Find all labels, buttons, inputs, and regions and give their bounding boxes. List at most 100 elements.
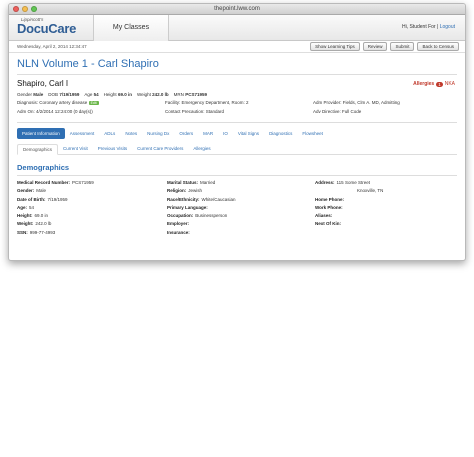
section-title: Demographics	[17, 163, 70, 172]
subtab-demographics[interactable]: Demographics	[17, 144, 59, 155]
subtab-previous-visits[interactable]: Previous Visits	[93, 144, 132, 155]
field-value: Businessperson	[195, 213, 228, 219]
field-label: Address:	[315, 180, 335, 185]
field-row: Height: 69.0 in	[17, 213, 157, 221]
page-title: NLN Volume 1 - Carl Shapiro	[17, 58, 159, 70]
patient-banner: Shapiro, Carl I Allergies 1 NKA	[17, 77, 457, 91]
divider	[17, 175, 457, 176]
field-row: Religion: Jewish	[167, 188, 307, 196]
field-label: Race/Ethnicity:	[167, 196, 200, 202]
field-row: Occupation: Businessperson	[167, 213, 307, 221]
age-value: 54	[93, 92, 99, 97]
main-nav-tabs: Patient Information Assessment ADLs Note…	[17, 128, 457, 139]
field-label: Marital Status:	[167, 180, 199, 185]
maximize-window-icon[interactable]	[31, 6, 37, 12]
tab-orders[interactable]: Orders	[174, 128, 198, 139]
demographics-fields: Medical Record Number: PCS71959 Gender: Ma…	[17, 180, 457, 244]
admission-info: Diagnosis: Coronary artery disease Edit …	[17, 100, 457, 120]
tab-patient-information[interactable]: Patient Information	[17, 128, 65, 139]
gender-label: Gender	[17, 92, 33, 97]
field-label: Employer:	[167, 221, 190, 227]
logout-link[interactable]: Logout	[440, 24, 455, 30]
field-label: Religion:	[167, 188, 187, 194]
user-info: Hi, Student For | Logout	[401, 24, 455, 30]
demographics-column-1: Medical Record Number: PCS71959 Gender: Ma…	[17, 180, 157, 238]
docucare-logo[interactable]: Lippincott's DocuCare	[17, 17, 85, 36]
tab-vital-signs[interactable]: Vital Signs	[233, 128, 264, 139]
field-row: SSN: 999-77-4993	[17, 230, 157, 238]
mrn-label: MRN	[173, 92, 184, 97]
demographics-column-3: Address: 115 Some Street Knoxville, TN Ho…	[315, 180, 455, 230]
logo-product: DocuCare	[17, 21, 77, 36]
adm-on-text: Adm On: 4/2/2014 12:24:00 (0 day(s))	[17, 109, 93, 114]
subtab-current-visit[interactable]: Current Visit	[58, 144, 93, 155]
field-row: Address: 115 Some Street	[315, 180, 455, 188]
tab-assessment[interactable]: Assessment	[65, 128, 100, 139]
field-label: Weight:	[17, 221, 34, 227]
tab-nursing-dx[interactable]: Nursing Dx	[142, 128, 174, 139]
show-learning-tips-button[interactable]: Show Learning Tips	[310, 42, 360, 51]
field-value: PCS71959	[72, 180, 94, 185]
back-to-census-button[interactable]: Back to Census	[417, 42, 459, 51]
allergy-indicator[interactable]: Allergies 1 NKA	[413, 81, 455, 87]
adm-provider-text: Adm Provider: Fields, Clm A. MD, Admitti…	[313, 100, 400, 105]
field-value: Jewish	[188, 188, 203, 194]
field-value: Knoxville, TN	[357, 188, 384, 194]
mrn-value: PCS71959	[185, 92, 207, 97]
toolbar-buttons: Show Learning Tips Review Submit Back to…	[310, 42, 459, 51]
field-label: Occupation:	[167, 213, 194, 219]
field-value: Male	[36, 188, 47, 194]
field-label: Height:	[17, 213, 33, 219]
field-value: Married	[200, 180, 216, 185]
field-value: 7/19/1959	[47, 196, 68, 202]
field-row: Next Of Kin:	[315, 221, 455, 229]
tab-notes[interactable]: Notes	[120, 128, 142, 139]
field-row: Aliases:	[315, 213, 455, 221]
field-label: Primary Language:	[167, 204, 208, 210]
browser-window: thepoint.lww.com Lippincott's DocuCare M…	[8, 3, 466, 261]
field-value: 69.0 in	[34, 213, 49, 219]
subtab-current-care-providers[interactable]: Current Care Providers	[132, 144, 188, 155]
gender-value: Male	[33, 92, 44, 97]
field-row: Insurance:	[167, 230, 307, 238]
field-label: Date of Birth:	[17, 196, 46, 202]
field-row: Age: 54	[17, 205, 157, 213]
date-toolbar: Wednesday, April 2, 2014 12:34:47 Show L…	[9, 41, 465, 53]
tab-io[interactable]: IO	[218, 128, 233, 139]
divider	[17, 74, 457, 75]
demographics-column-2: Marital Status: Married Religion: Jewish R…	[167, 180, 307, 238]
tab-flowsheet[interactable]: Flowsheet	[297, 128, 328, 139]
minimize-window-icon[interactable]	[22, 6, 28, 12]
allergies-value: NKA	[444, 81, 455, 87]
my-classes-tab[interactable]: My Classes	[93, 15, 169, 41]
sub-tabs: Demographics Current Visit Previous Visi…	[17, 144, 457, 155]
dob-value: 7/19/1959	[59, 92, 80, 97]
app-header: Lippincott's DocuCare My Classes Hi, Stu…	[9, 15, 465, 41]
field-label: Next Of Kin:	[315, 221, 342, 227]
tab-mar[interactable]: MAR	[198, 128, 218, 139]
field-label: Work Phone:	[315, 204, 343, 210]
diagnosis-edit-tag[interactable]: Edit	[88, 101, 99, 105]
browser-title: thepoint.lww.com	[214, 6, 260, 12]
allergies-count-badge: 1	[436, 81, 443, 87]
field-row: Home Phone:	[315, 197, 455, 205]
tab-adls[interactable]: ADLs	[99, 128, 120, 139]
field-row: Date of Birth: 7/19/1959	[17, 197, 157, 205]
review-button[interactable]: Review	[362, 42, 388, 51]
field-row: Marital Status: Married	[167, 180, 307, 188]
patient-name: Shapiro, Carl I	[17, 79, 69, 88]
field-label: Age:	[17, 204, 27, 210]
divider	[17, 122, 457, 123]
field-row: Weight: 242.0 lb	[17, 221, 157, 229]
field-value: 999-77-4993	[29, 229, 56, 235]
current-date: Wednesday, April 2, 2014 12:34:47	[17, 44, 87, 49]
field-row: Primary Language:	[167, 205, 307, 213]
field-label: SSN:	[17, 229, 28, 235]
subtab-allergies[interactable]: Allergies	[188, 144, 215, 155]
window-controls	[13, 6, 37, 12]
tab-diagnostics[interactable]: Diagnostics	[264, 128, 297, 139]
field-row: Employer:	[167, 221, 307, 229]
submit-button[interactable]: Submit	[390, 42, 415, 51]
close-window-icon[interactable]	[13, 6, 19, 12]
facility-text: Facility: Emergency Department, Room: 2	[165, 100, 249, 105]
